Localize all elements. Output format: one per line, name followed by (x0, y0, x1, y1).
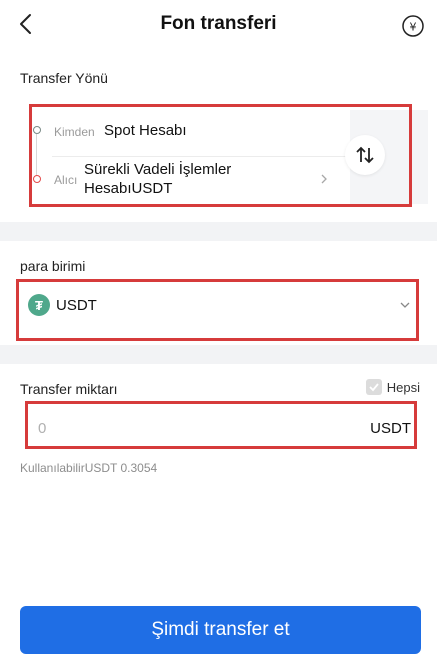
direction-divider (52, 156, 348, 157)
amount-section-label: Transfer miktarı (20, 381, 118, 397)
header: Fon transferi ¥ (0, 0, 437, 52)
swap-direction-button[interactable] (345, 135, 385, 175)
amount-unit: USDT (370, 420, 411, 437)
to-account[interactable]: Sürekli Vadeli İşlemler HesabıUSDT (84, 160, 284, 198)
currency-section-label: para birimi (20, 258, 86, 274)
to-dot-icon (33, 175, 41, 183)
swap-arrows-icon (356, 146, 374, 164)
all-checkbox[interactable] (365, 379, 382, 395)
transfer-all-toggle[interactable]: Hepsi (365, 379, 420, 395)
from-label: Kimden (54, 125, 95, 139)
yen-currency-icon: ¥ (402, 15, 424, 37)
page-title: Fon transferi (160, 13, 277, 34)
usdt-logo-icon: ₮ (28, 294, 50, 316)
currency-selected-value: USDT (56, 297, 97, 314)
currency-switch-button[interactable]: ¥ (401, 14, 425, 38)
transfer-submit-button[interactable]: Şimdi transfer et (20, 606, 421, 654)
from-account[interactable]: Spot Hesabı (104, 122, 187, 139)
amount-input[interactable] (28, 410, 340, 446)
to-label: Alıcı (54, 173, 78, 187)
checkmark-icon (369, 383, 379, 392)
direction-section-label: Transfer Yönü (20, 70, 108, 86)
chevron-right-icon (321, 174, 327, 184)
available-balance: KullanılabilirUSDT 0.3054 (20, 461, 158, 475)
section-separator (0, 222, 437, 241)
section-separator-2 (0, 345, 437, 364)
svg-text:¥: ¥ (410, 21, 417, 34)
direction-connector (36, 134, 37, 178)
from-dot-icon (33, 126, 41, 134)
all-label: Hepsi (386, 379, 420, 395)
chevron-down-icon (400, 302, 410, 308)
